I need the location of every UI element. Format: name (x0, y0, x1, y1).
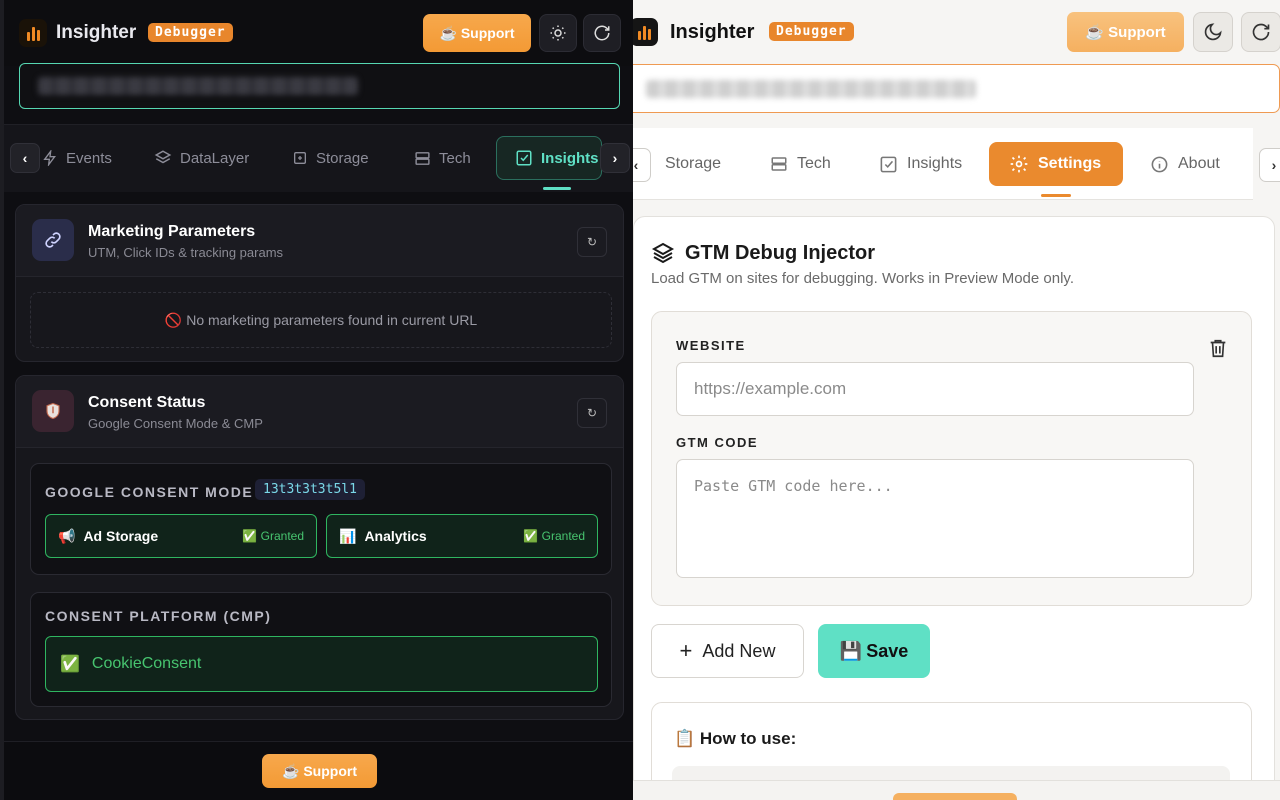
website-input[interactable]: https://example.com (676, 362, 1194, 416)
card-subtitle: Google Consent Mode & CMP (88, 416, 263, 431)
page-title: GTM Debug Injector (685, 242, 875, 264)
footer: ☕ Support (4, 741, 633, 800)
support-button[interactable]: ☕ Support (423, 14, 531, 52)
dark-panel: Insighter Debugger ☕ Support ‹ Events Da… (0, 0, 633, 800)
tab-events[interactable]: Events (42, 136, 112, 180)
tab-insights[interactable]: Insights (879, 142, 962, 186)
trash-icon[interactable] (1207, 336, 1229, 360)
card-subtitle: UTM, Click IDs & tracking params (88, 245, 284, 260)
footer-support-button[interactable]: ☕ Support (262, 754, 377, 788)
debugger-badge: Debugger (769, 22, 854, 41)
gtm-entry-form: WEBSITE https://example.com GTM CODE Pas… (651, 311, 1252, 606)
lightning-icon (43, 150, 56, 166)
debugger-badge: Debugger (148, 23, 233, 42)
tab-tech[interactable]: Tech (414, 136, 471, 180)
tabs-scroll-right-button[interactable]: › (600, 143, 630, 173)
card-title: Consent Status (88, 394, 206, 411)
section-title: CONSENT PLATFORM (CMP) (45, 608, 272, 624)
server-icon (771, 157, 787, 171)
marketing-parameters-card: Marketing Parameters UTM, Click IDs & tr… (15, 204, 624, 362)
floppy-disk-icon: 💾 (839, 640, 863, 661)
footer-support-button[interactable] (893, 793, 1017, 800)
plus-icon: + (679, 638, 693, 663)
add-new-button[interactable]: + Add New (651, 624, 804, 678)
theme-toggle-button[interactable] (539, 14, 577, 52)
header: Insighter Debugger ☕ Support (4, 0, 633, 66)
active-tab-indicator (1041, 194, 1071, 197)
gear-icon (1010, 155, 1028, 173)
url-field[interactable] (19, 63, 620, 109)
moon-icon (1204, 23, 1222, 41)
app-title: Insighter (56, 22, 137, 43)
tab-datalayer[interactable]: DataLayer (154, 136, 249, 180)
link-icon (32, 219, 74, 261)
header: Insighter Debugger ☕ Support (633, 0, 1280, 64)
cmp-value: ✅ CookieConsent (45, 636, 598, 692)
tab-storage[interactable]: Storage (292, 136, 369, 180)
server-icon (415, 151, 430, 165)
shield-icon (32, 390, 74, 432)
google-consent-mode-section: GOOGLE CONSENT MODE 13t3t3t3t5l1 📢 Ad St… (30, 463, 612, 575)
blurred-url (38, 77, 358, 95)
reload-button[interactable] (1241, 12, 1280, 52)
info-icon (1151, 156, 1168, 172)
card-header: Consent Status Google Consent Mode & CMP… (16, 376, 623, 448)
card-title: Marketing Parameters (88, 223, 256, 240)
tab-bar: ‹ Events DataLayer Storage Tech Insights… (4, 124, 633, 192)
section-title: 📋 How to use: (674, 729, 797, 748)
empty-state: 🚫 No marketing parameters found in curre… (30, 292, 612, 348)
active-tab-indicator (543, 187, 571, 190)
check-icon: ✅ (242, 529, 258, 543)
insighter-logo-icon (19, 19, 47, 47)
cmp-section: CONSENT PLATFORM (CMP) ✅ CookieConsent (30, 592, 612, 707)
gtm-code-textarea[interactable]: Paste GTM code here... (676, 459, 1194, 578)
page-subtitle: Load GTM on sites for debugging. Works i… (651, 270, 1074, 287)
url-field[interactable] (633, 64, 1280, 113)
chart-icon: 📊 (339, 527, 357, 544)
refresh-consent-button[interactable]: ↻ (577, 398, 607, 428)
consent-item-analytics: 📊 Analytics ✅ Granted (326, 514, 598, 558)
theme-toggle-button[interactable] (1193, 12, 1233, 52)
section-title: GOOGLE CONSENT MODE (45, 484, 254, 500)
card-header: Marketing Parameters UTM, Click IDs & tr… (16, 205, 623, 277)
tabs-scroll-right-button[interactable]: › (1259, 148, 1280, 182)
save-button[interactable]: 💾 Save (818, 624, 930, 678)
refresh-marketing-button[interactable]: ↻ (577, 227, 607, 257)
layers-icon (651, 242, 675, 264)
tab-bar: ‹ Storage Tech Insights Settings About › (633, 128, 1280, 200)
consent-status-card: Consent Status Google Consent Mode & CMP… (15, 375, 624, 720)
megaphone-icon: 📢 (58, 527, 76, 544)
website-label: WEBSITE (676, 338, 746, 353)
check-icon: ✅ (60, 656, 80, 673)
tabs-scroll-left-button[interactable]: ‹ (10, 143, 40, 173)
status-badge: ✅ Granted (523, 529, 585, 543)
check-icon: ✅ (523, 529, 539, 543)
storage-icon (294, 152, 306, 164)
refresh-icon (594, 25, 610, 41)
reload-button[interactable] (583, 14, 621, 52)
checkbox-icon (880, 156, 897, 172)
status-badge: ✅ Granted (242, 529, 304, 543)
prohibited-icon: 🚫 (164, 311, 183, 328)
clipboard-icon: 📋 (674, 729, 696, 748)
support-button[interactable]: ☕ Support (1067, 12, 1184, 52)
light-panel: Insighter Debugger ☕ Support ‹ Storage T… (633, 0, 1280, 800)
gtm-code-label: GTM CODE (676, 435, 759, 450)
tab-settings[interactable]: Settings (989, 142, 1123, 186)
tab-insights[interactable]: Insights (496, 136, 602, 180)
tab-tech[interactable]: Tech (770, 142, 831, 186)
tabs-scroll-left-button[interactable]: ‹ (633, 148, 651, 182)
checkbox-icon (516, 150, 532, 166)
consent-code: 13t3t3t3t5l1 (255, 479, 365, 500)
blurred-url (646, 80, 976, 98)
consent-item-ad-storage: 📢 Ad Storage ✅ Granted (45, 514, 317, 558)
app-title: Insighter (670, 21, 755, 43)
insighter-logo-icon (633, 18, 658, 46)
layers-icon (154, 150, 172, 164)
tab-about[interactable]: About (1150, 142, 1220, 186)
footer (633, 780, 1280, 800)
refresh-icon (1252, 23, 1270, 41)
sun-icon (550, 25, 566, 41)
tab-storage[interactable]: Storage (665, 142, 721, 186)
